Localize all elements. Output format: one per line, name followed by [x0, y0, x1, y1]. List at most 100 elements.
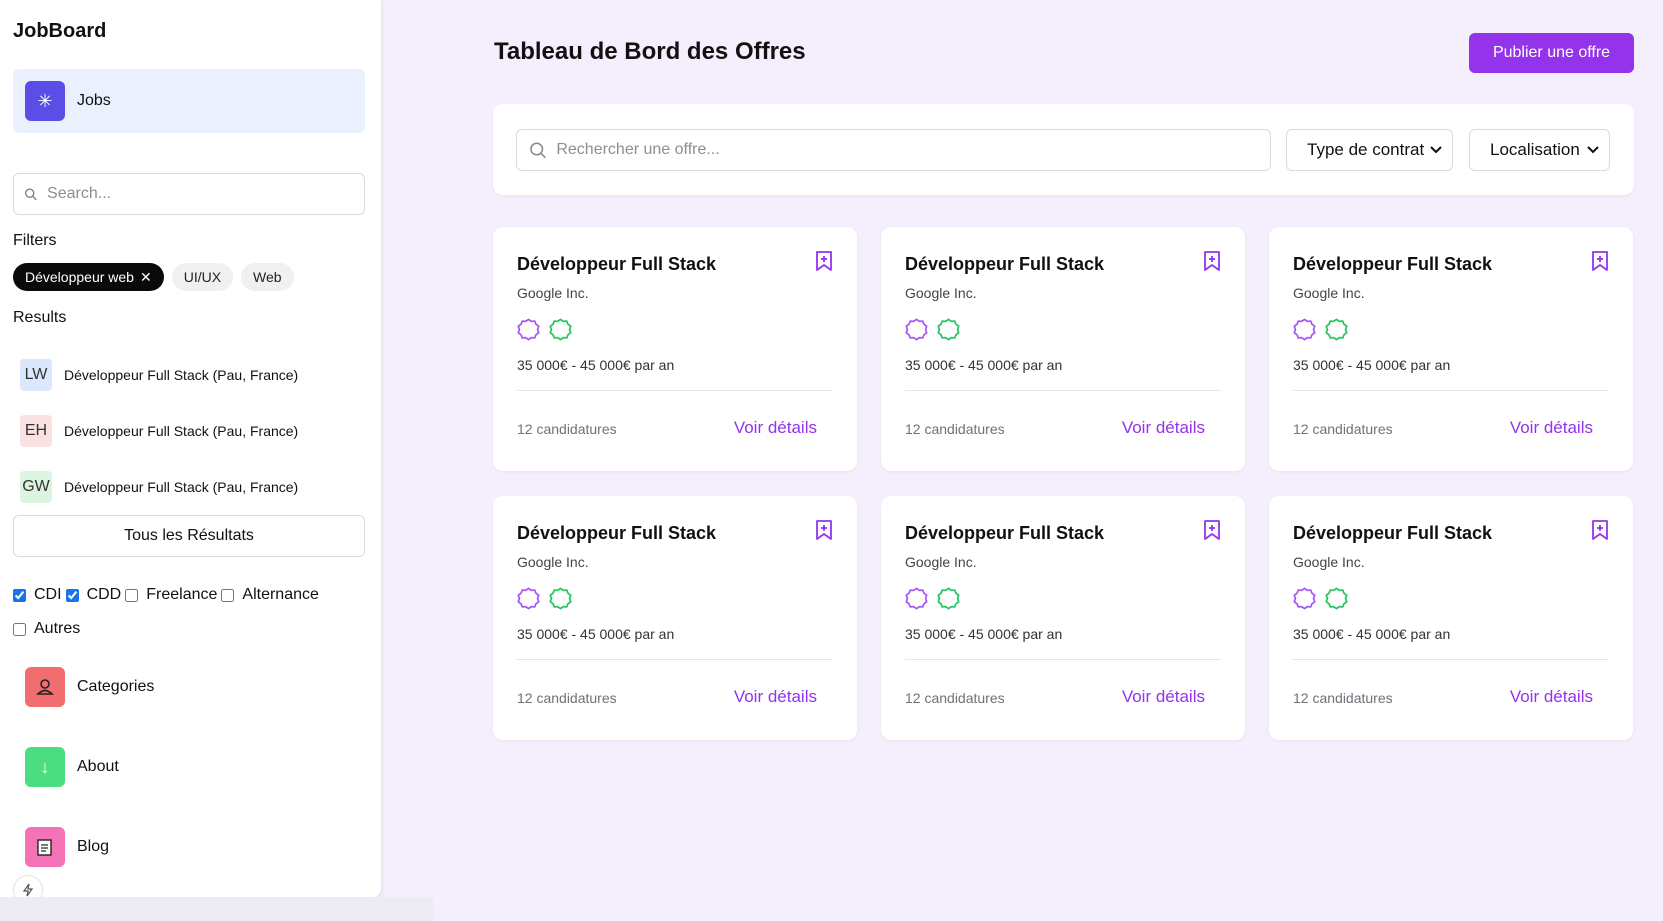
salary: 35 000€ - 45 000€ par an: [1293, 357, 1451, 373]
filter-panel: Type de contrat Localisation: [493, 104, 1634, 195]
badge-purple-icon: [905, 318, 928, 341]
brand-logo[interactable]: JobBoard: [13, 20, 106, 43]
chip-label: UI/UX: [183, 269, 222, 285]
list-item[interactable]: EH Développeur Full Stack (Pau, France): [20, 403, 298, 459]
job-card[interactable]: Développeur Full Stack Google Inc. 35 00…: [1269, 496, 1633, 740]
badge-purple-icon: [905, 587, 928, 610]
applications-count: 12 candidatures: [517, 421, 617, 437]
company-name: Google Inc.: [1293, 554, 1365, 570]
close-icon[interactable]: ✕: [140, 269, 152, 286]
badge-green-icon: [1325, 318, 1348, 341]
skill-badges: [1293, 587, 1348, 610]
checkbox-input[interactable]: [221, 588, 235, 602]
view-details-link[interactable]: Voir détails: [1510, 687, 1593, 707]
checkbox-alternance[interactable]: Alternance: [221, 578, 319, 612]
list-item[interactable]: LW Développeur Full Stack (Pau, France): [20, 347, 298, 403]
checkbox-input[interactable]: [13, 588, 26, 602]
publish-offer-button[interactable]: Publier une offre: [1469, 33, 1634, 73]
sidebar-item-categories[interactable]: Categories: [25, 667, 365, 707]
bookmark-icon[interactable]: [1203, 251, 1221, 271]
job-card[interactable]: Développeur Full Stack Google Inc. 35 00…: [493, 227, 857, 471]
job-card[interactable]: Développeur Full Stack Google Inc. 35 00…: [881, 496, 1245, 740]
offer-search: [516, 129, 1271, 171]
job-card[interactable]: Développeur Full Stack Google Inc. 35 00…: [881, 227, 1245, 471]
sidebar-item-about[interactable]: ↓ About: [25, 747, 365, 787]
bookmark-icon[interactable]: [815, 520, 833, 540]
badge-purple-icon: [1293, 318, 1316, 341]
checkbox-input[interactable]: [65, 588, 79, 602]
badge-green-icon: [937, 587, 960, 610]
avatar: EH: [20, 415, 52, 447]
chip-web[interactable]: Web: [241, 263, 294, 291]
badge-purple-icon: [517, 318, 540, 341]
salary: 35 000€ - 45 000€ par an: [517, 357, 675, 373]
location-select[interactable]: Localisation: [1469, 129, 1610, 171]
arrow-down-icon: ↓: [25, 747, 65, 787]
contract-type-select[interactable]: Type de contrat: [1286, 129, 1453, 171]
checkbox-input[interactable]: [13, 622, 26, 636]
skill-badges: [905, 587, 960, 610]
divider: [905, 390, 1221, 391]
applications-count: 12 candidatures: [905, 421, 1005, 437]
bookmark-icon[interactable]: [1591, 251, 1609, 271]
divider: [517, 659, 833, 660]
sidebar-item-label: Blog: [77, 838, 110, 855]
bookmark-icon[interactable]: [815, 251, 833, 271]
view-details-link[interactable]: Voir détails: [1510, 418, 1593, 438]
company-name: Google Inc.: [517, 554, 589, 570]
divider: [905, 659, 1221, 660]
divider: [517, 390, 833, 391]
chip-label: Web: [253, 269, 282, 285]
sidebar-search: [13, 173, 365, 215]
results-label: Results: [13, 309, 67, 326]
avatar: LW: [20, 359, 52, 391]
view-details-link[interactable]: Voir détails: [1122, 687, 1205, 707]
view-details-link[interactable]: Voir détails: [1122, 418, 1205, 438]
view-details-link[interactable]: Voir détails: [734, 418, 817, 438]
checkbox-freelance[interactable]: Freelance: [125, 578, 217, 612]
sidebar-item-label: Jobs: [77, 92, 111, 109]
sidebar: JobBoard ✳ Jobs Filters Développeur web …: [0, 0, 381, 905]
select-value: Type de contrat: [1307, 140, 1425, 159]
sidebar-search-input[interactable]: [47, 185, 364, 203]
company-name: Google Inc.: [905, 285, 977, 301]
chip-ui-ux[interactable]: UI/UX: [171, 263, 234, 291]
result-text: Développeur Full Stack (Pau, France): [64, 367, 299, 383]
sidebar-item-jobs[interactable]: ✳ Jobs: [13, 69, 365, 133]
select-value: Localisation: [1490, 140, 1580, 159]
applications-count: 12 candidatures: [905, 690, 1005, 706]
checkbox-input[interactable]: [125, 588, 139, 602]
result-text: Développeur Full Stack (Pau, France): [64, 423, 299, 439]
job-card[interactable]: Développeur Full Stack Google Inc. 35 00…: [493, 496, 857, 740]
offer-search-input[interactable]: [556, 141, 1270, 159]
page-title: Tableau de Bord des Offres: [494, 38, 806, 65]
results-list: LW Développeur Full Stack (Pau, France) …: [20, 347, 298, 515]
chip-label: Développeur web: [25, 269, 134, 285]
job-title: Développeur Full Stack: [1293, 254, 1493, 274]
applications-count: 12 candidatures: [1293, 690, 1393, 706]
checkbox-autres[interactable]: Autres: [13, 612, 80, 646]
company-name: Google Inc.: [517, 285, 589, 301]
filter-chips: Développeur web ✕ UI/UX Web: [13, 263, 294, 291]
all-results-button[interactable]: Tous les Résultats: [13, 515, 365, 557]
skill-badges: [517, 318, 572, 341]
job-card[interactable]: Développeur Full Stack Google Inc. 35 00…: [1269, 227, 1633, 471]
contract-checkboxes: CDI CDD Freelance Alternance Autres: [13, 578, 365, 646]
checkbox-label: Alternance: [242, 586, 319, 603]
list-item[interactable]: GW Développeur Full Stack (Pau, France): [20, 459, 298, 515]
checkbox-cdi[interactable]: CDI: [13, 578, 62, 612]
badge-green-icon: [549, 318, 572, 341]
chip-developpeur-web[interactable]: Développeur web ✕: [13, 263, 164, 291]
view-details-link[interactable]: Voir détails: [734, 687, 817, 707]
checkbox-label: CDI: [34, 586, 62, 603]
avatar: GW: [20, 471, 52, 503]
checkbox-cdd[interactable]: CDD: [65, 578, 121, 612]
sidebar-item-label: About: [77, 758, 119, 775]
bookmark-icon[interactable]: [1591, 520, 1609, 540]
sidebar-item-blog[interactable]: Blog: [25, 827, 365, 867]
checkbox-label: Freelance: [146, 586, 218, 603]
bookmark-icon[interactable]: [1203, 520, 1221, 540]
skill-badges: [517, 587, 572, 610]
company-name: Google Inc.: [1293, 285, 1365, 301]
search-icon: [24, 188, 37, 201]
